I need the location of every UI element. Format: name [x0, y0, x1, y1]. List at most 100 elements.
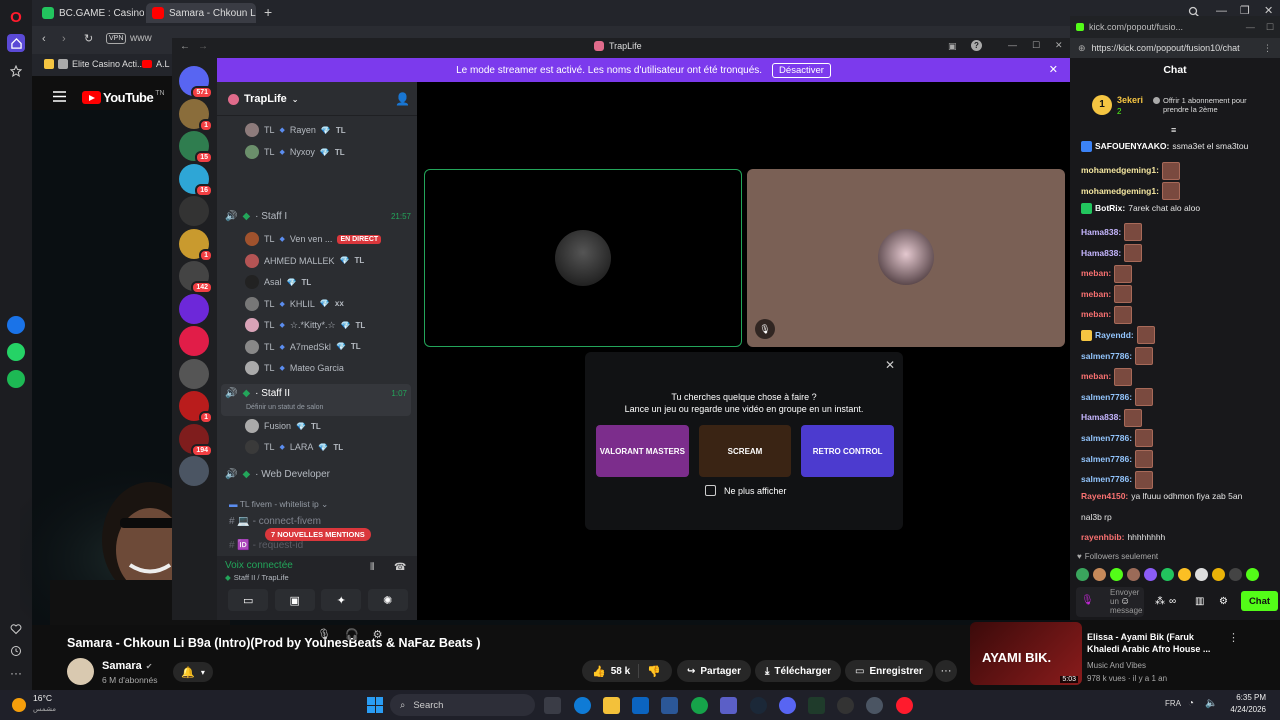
- more-actions-button[interactable]: ···: [935, 660, 957, 682]
- disconnect-icon[interactable]: ☎: [394, 562, 406, 573]
- clock-date[interactable]: 4/24/2026: [1226, 705, 1266, 714]
- dont-show-row[interactable]: Ne plus afficher: [705, 485, 786, 496]
- headphones-icon[interactable]: 🎧: [345, 628, 359, 641]
- youtube-logo[interactable]: YouTube TN: [82, 90, 165, 105]
- mod-tools-icon[interactable]: ⁂: [1155, 596, 1165, 607]
- server-icon-9[interactable]: [179, 358, 209, 389]
- hamburger-menu-icon[interactable]: [53, 91, 66, 102]
- voice-member[interactable]: TL ◆ Nyxoy 💎 TL: [245, 142, 345, 162]
- chat-username[interactable]: mohamedgeming1:: [1081, 186, 1159, 197]
- voice-channel-webdev[interactable]: 🔊 ◆ · Web Developer: [225, 464, 411, 484]
- chat-username[interactable]: Hama838:: [1081, 248, 1121, 259]
- activity-tile[interactable]: VALORANT MASTERS: [596, 425, 689, 477]
- obs-icon[interactable]: [837, 697, 854, 714]
- file-explorer-icon[interactable]: [603, 697, 620, 714]
- download-button[interactable]: ⤓ Télécharger: [755, 660, 842, 682]
- voice-member[interactable]: TL ◆ Ven ven ... EN DIRECT: [245, 229, 382, 249]
- clock-time[interactable]: 6:35 PM: [1230, 693, 1266, 702]
- like-button[interactable]: 👍 58 k: [582, 664, 640, 678]
- chat-message[interactable]: BotRix: 7arek chat alo aloo: [1081, 202, 1277, 214]
- chat-username[interactable]: meban:: [1081, 371, 1111, 382]
- chat-message[interactable]: meban:: [1081, 264, 1277, 283]
- inbox-icon[interactable]: ▣: [948, 41, 957, 52]
- emote-icon[interactable]: [1246, 567, 1259, 581]
- checkbox[interactable]: [705, 485, 716, 496]
- back-icon[interactable]: ←: [180, 41, 190, 52]
- minimize-icon[interactable]: —: [1246, 22, 1255, 32]
- chat-username[interactable]: salmen7786:: [1081, 351, 1132, 362]
- dislike-button[interactable]: 👎: [639, 665, 669, 678]
- back-icon[interactable]: ‹: [42, 33, 46, 45]
- maximize-icon[interactable]: ☐: [1032, 40, 1040, 51]
- site-info-icon[interactable]: ⊕: [1078, 43, 1086, 54]
- channel-name-row[interactable]: Samara ✔: [102, 660, 152, 672]
- chat-message[interactable]: salmen7786:: [1081, 470, 1277, 489]
- emote-icon[interactable]: [1076, 567, 1089, 581]
- voice-channel-path[interactable]: ◆ Staff II / TrapLife: [225, 573, 289, 582]
- forward-icon[interactable]: →: [198, 41, 208, 52]
- channel-status[interactable]: Définir un statut de salon: [246, 404, 323, 411]
- emote-icon[interactable]: [1178, 567, 1191, 581]
- chat-message[interactable]: Hama838:: [1081, 244, 1277, 262]
- server-icon-6[interactable]: 142: [179, 261, 213, 294]
- language-indicator[interactable]: FRA: [1165, 699, 1181, 708]
- chat-username[interactable]: SAFOUENYAAKO:: [1095, 141, 1169, 152]
- activity-tile[interactable]: RETRO CONTROL: [801, 425, 895, 477]
- wifi-icon[interactable]: ◔: [1188, 698, 1194, 709]
- emote-icon[interactable]: [1229, 567, 1242, 581]
- history-icon[interactable]: [7, 642, 25, 660]
- settings-icon[interactable]: [866, 697, 883, 714]
- server-icon-10[interactable]: 1: [179, 391, 213, 424]
- start-windows-icon[interactable]: [367, 697, 383, 713]
- teams-icon[interactable]: [720, 697, 737, 714]
- user-tile-2[interactable]: 🎙: [747, 169, 1065, 347]
- chat-message[interactable]: salmen7786:: [1081, 388, 1277, 407]
- messenger-icon[interactable]: [7, 316, 25, 334]
- xbox-icon[interactable]: [691, 697, 708, 714]
- disable-streamer-button[interactable]: Désactiver: [772, 62, 831, 78]
- task-view-icon[interactable]: [544, 697, 561, 714]
- server-icon-2[interactable]: 15: [179, 131, 213, 164]
- chat-username[interactable]: Hama838:: [1081, 227, 1121, 238]
- emote-icon[interactable]: [1110, 567, 1123, 581]
- voice-member[interactable]: TL ◆ Rayen 💎 TL: [245, 120, 346, 140]
- camera-icon[interactable]: ▭: [228, 589, 269, 611]
- taskbar-search[interactable]: ⌕ Search: [390, 694, 535, 716]
- emote-icon[interactable]: [1195, 567, 1208, 581]
- pin-icon[interactable]: ≡: [1171, 125, 1176, 135]
- edge-icon[interactable]: [574, 697, 591, 714]
- chat-message[interactable]: mohamedgeming1:: [1081, 182, 1277, 201]
- microphone-icon[interactable]: 🎙: [1081, 595, 1094, 606]
- discord-taskbar-icon[interactable]: [779, 697, 796, 714]
- chat-username[interactable]: meban:: [1081, 289, 1111, 300]
- server-icon-7[interactable]: [179, 293, 209, 324]
- reco-thumbnail[interactable]: AYAMI BIK. 5:03: [970, 622, 1082, 685]
- settings-gear-icon[interactable]: ⚙: [373, 628, 383, 641]
- user-tile-1[interactable]: [424, 169, 742, 347]
- chat-username[interactable]: salmen7786:: [1081, 433, 1132, 444]
- chat-message[interactable]: nal3b rp: [1081, 512, 1277, 523]
- server-icon-8[interactable]: [179, 326, 209, 356]
- chat-message[interactable]: Rayen4150: ya lfuuu odhmon fiya zab 5an: [1081, 491, 1277, 502]
- server-header[interactable]: TrapLife ⌄ 👤: [217, 82, 417, 116]
- minimize-icon[interactable]: —: [1008, 40, 1017, 50]
- screen-share-icon[interactable]: ▣: [274, 589, 315, 611]
- kick-url-bar[interactable]: ⊕ https://kick.com/popout/fusion10/chat …: [1070, 38, 1280, 58]
- notification-bell-button[interactable]: 🔔 ▾: [173, 662, 213, 682]
- server-icon-3[interactable]: 16: [179, 163, 213, 197]
- more-icon[interactable]: ···: [7, 664, 25, 682]
- chat-message[interactable]: meban:: [1081, 367, 1277, 386]
- tab-bcgame[interactable]: BC.GAME : Casino Crypto: [36, 3, 144, 23]
- emote-icon[interactable]: [1212, 567, 1225, 581]
- maximize-icon[interactable]: ☐: [1266, 22, 1274, 33]
- emote-icon[interactable]: [1161, 567, 1174, 581]
- chat-username[interactable]: salmen7786:: [1081, 454, 1132, 465]
- invite-user-icon[interactable]: 👤: [395, 92, 410, 106]
- more-vertical-icon[interactable]: ⋮: [1263, 43, 1272, 54]
- bookmark-al[interactable]: A.L: [142, 59, 170, 69]
- chat-message[interactable]: salmen7786:: [1081, 347, 1277, 365]
- voice-channel-staff2[interactable]: 🔊 ◆ · Staff II 1:07 Définir un statut de…: [221, 384, 411, 416]
- terminal-icon[interactable]: [808, 697, 825, 714]
- voice-channel-staff1[interactable]: 🔊 ◆ · Staff I 21:57: [225, 206, 411, 226]
- chat-message[interactable]: mohamedgeming1:: [1081, 161, 1277, 180]
